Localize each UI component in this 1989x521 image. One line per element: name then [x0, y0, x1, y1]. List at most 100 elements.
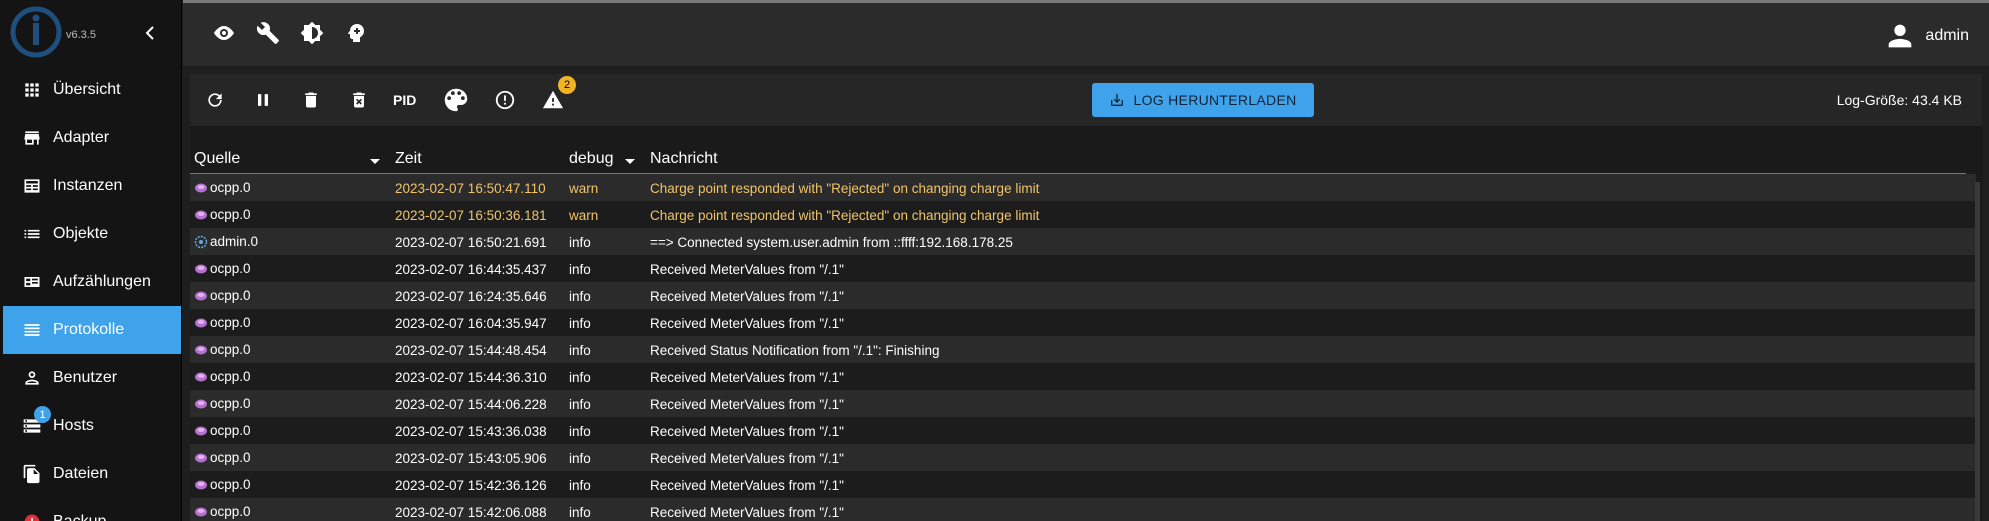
log-size-label: Log-Größe: 43.4 KB: [1836, 92, 1962, 108]
log-severity: info: [569, 235, 591, 250]
log-severity: info: [569, 451, 591, 466]
person-icon: [22, 368, 42, 388]
error-outline-icon[interactable]: [493, 88, 517, 112]
table-row[interactable]: ocpp.0 2023-02-07 15:44:06.228 info Receive…: [190, 390, 1976, 417]
log-source-name: ocpp.0: [210, 261, 251, 276]
sidebar-nav: Übersicht Adapter Instanzen Objekte Aufzählu…: [0, 66, 181, 521]
column-header-message: Nachricht: [650, 150, 718, 167]
log-severity: info: [569, 316, 591, 331]
ocpp-adapter-icon: [195, 480, 207, 489]
scrollbar[interactable]: [1975, 182, 1980, 521]
sidebar-item-adapter[interactable]: Adapter: [0, 114, 181, 162]
sidebar-item-label: Dateien: [53, 465, 109, 482]
log-message: Received MeterValues from "/.1": [650, 316, 844, 331]
table-row[interactable]: ocpp.0 2023-02-07 16:24:35.646 info Receive…: [190, 282, 1976, 309]
table-row[interactable]: ocpp.0 2023-02-07 16:44:35.437 info Receive…: [190, 255, 1976, 282]
table-row[interactable]: ocpp.0 2023-02-07 16:50:36.181 warn Charge …: [190, 201, 1976, 228]
delete-forever-icon[interactable]: [347, 88, 371, 112]
sidebar-item-protokolle[interactable]: Protokolle: [3, 306, 181, 354]
log-time: 2023-02-07 15:42:36.126: [395, 478, 547, 493]
log-message: Received MeterValues from "/.1": [650, 262, 844, 277]
severity-filter-select[interactable]: debug: [569, 150, 614, 168]
sidebar-item-hosts[interactable]: Hosts 1: [0, 402, 181, 450]
table-body: ocpp.0 2023-02-07 16:50:47.110 warn Charge …: [190, 174, 1982, 521]
pid-button[interactable]: PID: [393, 92, 416, 108]
source-filter-dropdown[interactable]: [370, 159, 380, 164]
chevron-down-icon[interactable]: [625, 159, 635, 164]
log-message: Charge point responded with "Rejected" o…: [650, 208, 1040, 223]
log-source-name: ocpp.0: [210, 315, 251, 330]
sidebar-item-instanzen[interactable]: Instanzen: [0, 162, 181, 210]
eye-icon[interactable]: [211, 20, 237, 46]
sidebar-item-benutzer[interactable]: Benutzer: [0, 354, 181, 402]
refresh-icon[interactable]: [203, 88, 227, 112]
table-row[interactable]: ocpp.0 2023-02-07 15:43:36.038 info Receive…: [190, 417, 1976, 444]
column-header-source: Quelle: [194, 150, 241, 167]
log-message: Received MeterValues from "/.1": [650, 370, 844, 385]
wrench-icon[interactable]: [255, 20, 281, 46]
head-icon[interactable]: [343, 20, 369, 46]
log-time: 2023-02-07 15:43:05.906: [395, 451, 547, 466]
app-window: v6.3.5 Übersicht Adapter Instanzen Objekte A…: [0, 0, 1989, 521]
sidebar-item-label: Instanzen: [53, 177, 123, 194]
ocpp-adapter-icon: [195, 507, 207, 516]
chevron-left-icon[interactable]: [143, 24, 157, 42]
instances-icon: [22, 176, 42, 196]
log-source: ocpp.0: [194, 261, 251, 276]
log-message: Received MeterValues from "/.1": [650, 505, 844, 520]
table-row[interactable]: ocpp.0 2023-02-07 15:42:36.126 info Receive…: [190, 471, 1976, 498]
table-row[interactable]: ocpp.0 2023-02-07 15:43:05.906 info Receive…: [190, 444, 1976, 471]
log-message: Received MeterValues from "/.1": [650, 424, 844, 439]
sidebar-item-objekte[interactable]: Objekte: [0, 210, 181, 258]
table-row[interactable]: ocpp.0 2023-02-07 15:42:06.088 info Receive…: [190, 498, 1976, 521]
palette-icon[interactable]: [441, 85, 471, 115]
user-menu[interactable]: admin: [1883, 19, 1969, 53]
sidebar-item--bersicht[interactable]: Übersicht: [0, 66, 181, 114]
log-message: Received MeterValues from "/.1": [650, 397, 844, 412]
log-source: admin.0: [194, 234, 258, 249]
topbar: admin: [183, 0, 1989, 66]
delete-icon[interactable]: [299, 88, 323, 112]
log-panel: PID 2 LOG HERUNTERLADEN Log-Größe: 43.4 …: [190, 74, 1982, 521]
log-source-name: ocpp.0: [210, 504, 251, 519]
sidebar-item-label: Adapter: [53, 129, 110, 146]
log-time: 2023-02-07 15:43:36.038: [395, 424, 547, 439]
log-source: ocpp.0: [194, 342, 251, 357]
download-icon: [1111, 94, 1124, 106]
store-icon: [22, 128, 42, 148]
backup-icon: [22, 512, 42, 521]
ocpp-adapter-icon: [195, 291, 207, 300]
sidebar-item-aufz-hlungen[interactable]: Aufzählungen: [0, 258, 181, 306]
admin-adapter-icon: [194, 235, 208, 248]
brand: v6.3.5: [0, 0, 181, 66]
brightness-icon[interactable]: [299, 20, 325, 46]
sidebar-item-label: Protokolle: [53, 321, 125, 338]
grid-icon: [22, 80, 42, 100]
table-row[interactable]: ocpp.0 2023-02-07 15:44:48.454 info Receive…: [190, 336, 1976, 363]
log-message: Received MeterValues from "/.1": [650, 451, 844, 466]
log-source-name: ocpp.0: [210, 396, 251, 411]
log-toolbar: PID 2 LOG HERUNTERLADEN Log-Größe: 43.4 …: [190, 74, 1982, 126]
iobroker-logo[interactable]: [10, 6, 62, 58]
column-header-time: Zeit: [395, 150, 422, 167]
list-icon: [22, 224, 42, 244]
pause-icon[interactable]: [251, 88, 275, 112]
sidebar-item-backup[interactable]: Backup: [0, 498, 181, 521]
ocpp-adapter-icon: [195, 183, 207, 192]
log-table: Quelle Zeit debug Nachricht ocpp.0 2023-0…: [190, 144, 1982, 521]
log-source-name: ocpp.0: [210, 369, 251, 384]
log-message: Received Status Notification from "/.1":…: [650, 343, 940, 358]
log-source-name: ocpp.0: [210, 288, 251, 303]
log-source-name: ocpp.0: [210, 423, 251, 438]
table-row[interactable]: admin.0 2023-02-07 16:50:21.691 info ==> Co…: [190, 228, 1976, 255]
table-row[interactable]: ocpp.0 2023-02-07 16:04:35.947 info Receive…: [190, 309, 1976, 336]
log-time: 2023-02-07 15:44:36.310: [395, 370, 547, 385]
log-severity: info: [569, 397, 591, 412]
log-source: ocpp.0: [194, 450, 251, 465]
table-row[interactable]: ocpp.0 2023-02-07 15:44:36.310 info Receive…: [190, 363, 1976, 390]
sidebar-item-dateien[interactable]: Dateien: [0, 450, 181, 498]
download-log-button[interactable]: LOG HERUNTERLADEN: [1092, 83, 1314, 117]
table-row[interactable]: ocpp.0 2023-02-07 16:50:47.110 warn Charge …: [190, 174, 1976, 201]
log-source: ocpp.0: [194, 423, 251, 438]
user-name: admin: [1925, 27, 1969, 44]
